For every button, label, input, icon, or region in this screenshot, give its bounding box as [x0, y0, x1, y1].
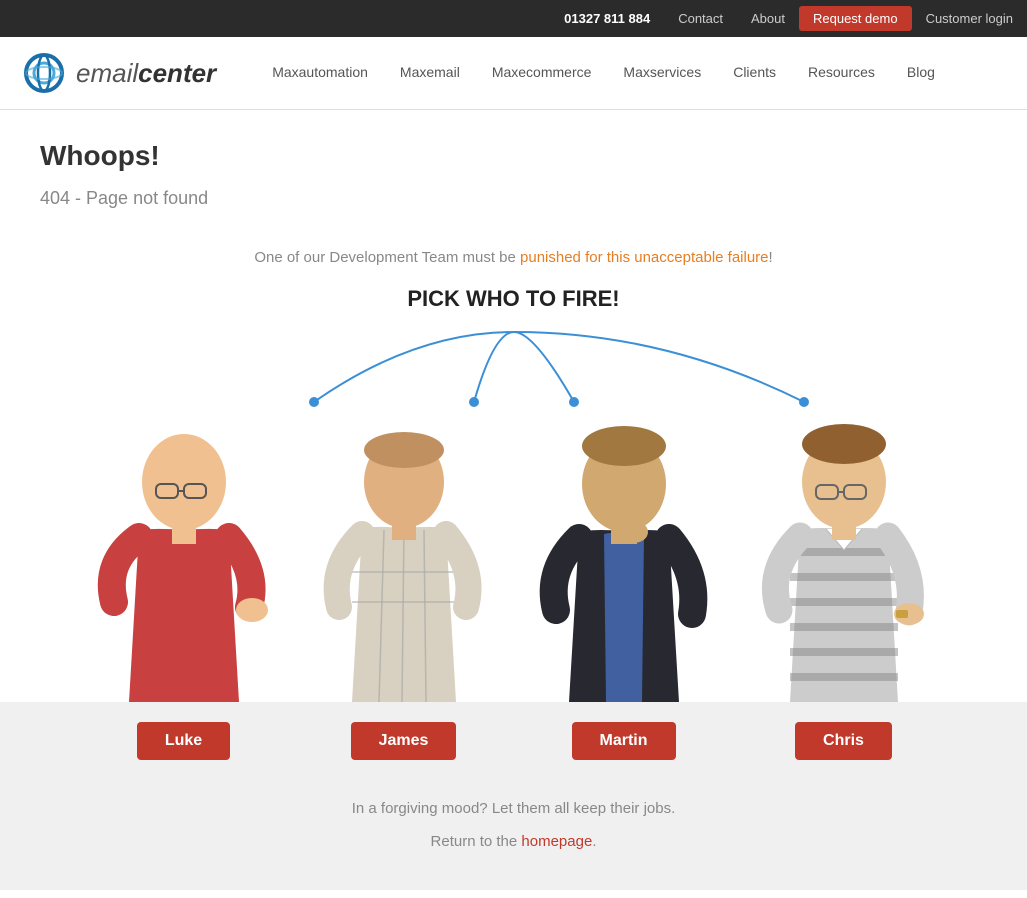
- person-james: [294, 422, 514, 702]
- about-link[interactable]: About: [737, 7, 799, 30]
- nav-maxemail[interactable]: Maxemail: [384, 60, 476, 84]
- punishment-end: !: [769, 249, 773, 266]
- top-bar: 01327 811 884 Contact About Request demo…: [0, 0, 1027, 37]
- people-images: [0, 412, 1027, 702]
- nav-maxecommerce[interactable]: Maxecommerce: [476, 60, 608, 84]
- whoops-title: Whoops!: [40, 140, 987, 172]
- punishment-section: One of our Development Team must be puni…: [0, 249, 1027, 412]
- return-text: Return to the homepage.: [0, 833, 1027, 850]
- buttons-row: Luke James Martin Chris: [0, 702, 1027, 780]
- person-chris: [734, 422, 954, 702]
- logo[interactable]: emailcenter: [20, 49, 216, 97]
- fire-james-button[interactable]: James: [351, 722, 457, 760]
- return-prefix: Return to the: [431, 833, 522, 850]
- logo-text: emailcenter: [76, 58, 216, 89]
- chris-btn-col: Chris: [734, 722, 954, 760]
- nav-maxservices[interactable]: Maxservices: [607, 60, 717, 84]
- james-figure: [304, 422, 504, 702]
- logo-icon: [20, 49, 68, 97]
- contact-link[interactable]: Contact: [664, 7, 737, 30]
- nav-links: Maxautomation Maxemail Maxecommerce Maxs…: [256, 64, 951, 82]
- request-demo-button[interactable]: Request demo: [799, 6, 912, 31]
- arrows-container: [84, 322, 944, 412]
- fire-luke-button[interactable]: Luke: [137, 722, 230, 760]
- main-content: Whoops! 404 - Page not found: [0, 110, 1027, 209]
- return-period: .: [592, 833, 596, 850]
- homepage-link[interactable]: homepage: [521, 833, 592, 850]
- forgiving-text: In a forgiving mood? Let them all keep t…: [0, 800, 1027, 817]
- punishment-highlight: punished for this unacceptable failure: [520, 249, 769, 266]
- nav-clients[interactable]: Clients: [717, 60, 792, 84]
- customer-login-link[interactable]: Customer login: [912, 7, 1027, 30]
- luke-btn-col: Luke: [74, 722, 294, 760]
- forgiving-section: In a forgiving mood? Let them all keep t…: [0, 780, 1027, 890]
- fire-martin-button[interactable]: Martin: [572, 722, 676, 760]
- phone-number: 01327 811 884: [550, 7, 664, 30]
- fire-chris-button[interactable]: Chris: [795, 722, 892, 760]
- martin-btn-col: Martin: [514, 722, 734, 760]
- martin-figure: [524, 422, 724, 702]
- person-luke: [74, 422, 294, 702]
- punishment-text: One of our Development Team must be puni…: [20, 249, 1007, 266]
- people-area: Luke James Martin Chris In a forgiving m…: [0, 412, 1027, 890]
- punishment-intro: One of our Development Team must be: [254, 249, 520, 266]
- luke-figure: [84, 422, 284, 702]
- nav-resources[interactable]: Resources: [792, 60, 891, 84]
- arrows-svg: [84, 322, 944, 412]
- pick-title: PICK WHO TO FIRE!: [20, 286, 1007, 312]
- not-found-text: 404 - Page not found: [40, 188, 987, 209]
- main-nav: emailcenter Maxautomation Maxemail Maxec…: [0, 37, 1027, 110]
- chris-figure: [744, 422, 944, 702]
- person-martin: [514, 422, 734, 702]
- james-btn-col: James: [294, 722, 514, 760]
- nav-blog[interactable]: Blog: [891, 60, 951, 84]
- nav-maxautomation[interactable]: Maxautomation: [256, 60, 384, 84]
